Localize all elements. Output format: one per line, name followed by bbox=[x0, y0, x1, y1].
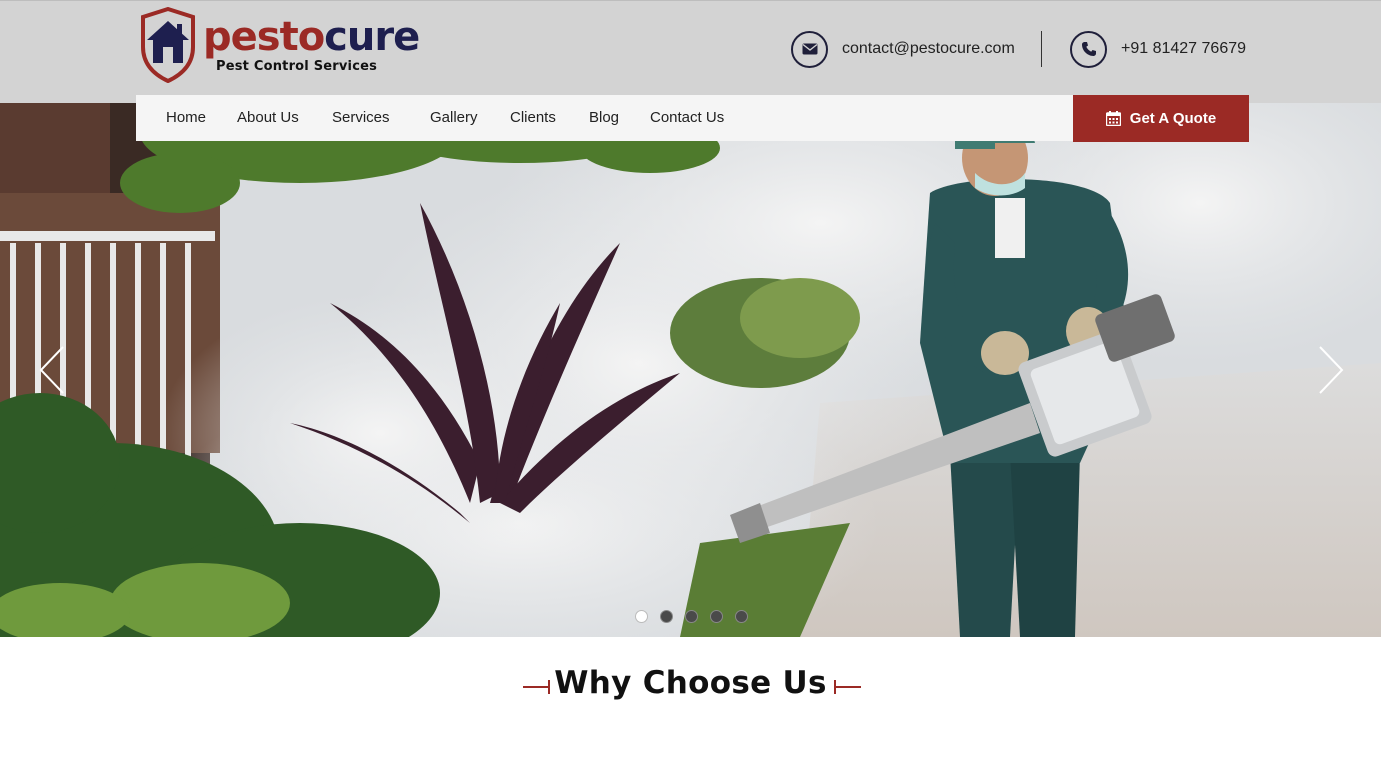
nav-item-contact-us[interactable]: Contact Us bbox=[650, 109, 724, 126]
nav-item-services[interactable]: Services bbox=[332, 109, 390, 126]
brand-tagline: Pest Control Services bbox=[216, 59, 378, 74]
heading-right-decoration-icon bbox=[834, 680, 861, 694]
slider-dot[interactable] bbox=[735, 610, 748, 623]
nav-item-clients[interactable]: Clients bbox=[510, 109, 556, 126]
contact-email-text[interactable]: contact@pestocure.com bbox=[842, 40, 1015, 58]
phone-icon bbox=[1070, 30, 1107, 68]
nav-item-about-us[interactable]: About Us bbox=[237, 109, 299, 126]
top-header: pestocure Pest Control Services contact@… bbox=[0, 0, 1381, 103]
nav-item-gallery[interactable]: Gallery bbox=[430, 109, 478, 126]
slider-dot[interactable] bbox=[635, 610, 648, 623]
why-choose-us-section: Why Choose Us bbox=[0, 665, 1381, 701]
slider-pagination bbox=[635, 610, 748, 623]
envelope-icon bbox=[791, 30, 828, 68]
contact-phone-text[interactable]: +91 81427 76679 bbox=[1121, 40, 1246, 58]
get-a-quote-label: Get A Quote bbox=[1129, 110, 1217, 127]
nav-item-home[interactable]: Home bbox=[166, 109, 206, 126]
contact-phone[interactable]: +91 81427 76679 bbox=[1070, 30, 1246, 68]
slider-dot[interactable] bbox=[685, 610, 698, 623]
hero-slider bbox=[0, 103, 1381, 637]
get-a-quote-button[interactable]: Get A Quote bbox=[1073, 95, 1249, 142]
contact-divider bbox=[1041, 31, 1042, 67]
slider-next-arrow-icon[interactable] bbox=[1310, 343, 1350, 397]
calendar-icon bbox=[1105, 111, 1121, 126]
brand-name-part1: pesto bbox=[203, 14, 325, 60]
brand-name: pestocure bbox=[203, 14, 420, 60]
contact-email[interactable]: contact@pestocure.com bbox=[791, 30, 1015, 68]
hero-image bbox=[0, 103, 1381, 637]
section-title: Why Choose Us bbox=[554, 665, 827, 701]
slider-dot[interactable] bbox=[660, 610, 673, 623]
main-nav: Home About Us Services Gallery Clients B… bbox=[136, 95, 1073, 141]
slider-prev-arrow-icon[interactable] bbox=[33, 343, 73, 397]
slider-dot[interactable] bbox=[710, 610, 723, 623]
site-logo[interactable]: pestocure Pest Control Services bbox=[137, 7, 420, 83]
shield-house-logo-icon bbox=[141, 7, 195, 83]
nav-item-blog[interactable]: Blog bbox=[589, 109, 619, 126]
brand-name-part2: cure bbox=[324, 14, 420, 60]
heading-left-decoration-icon bbox=[523, 680, 550, 694]
